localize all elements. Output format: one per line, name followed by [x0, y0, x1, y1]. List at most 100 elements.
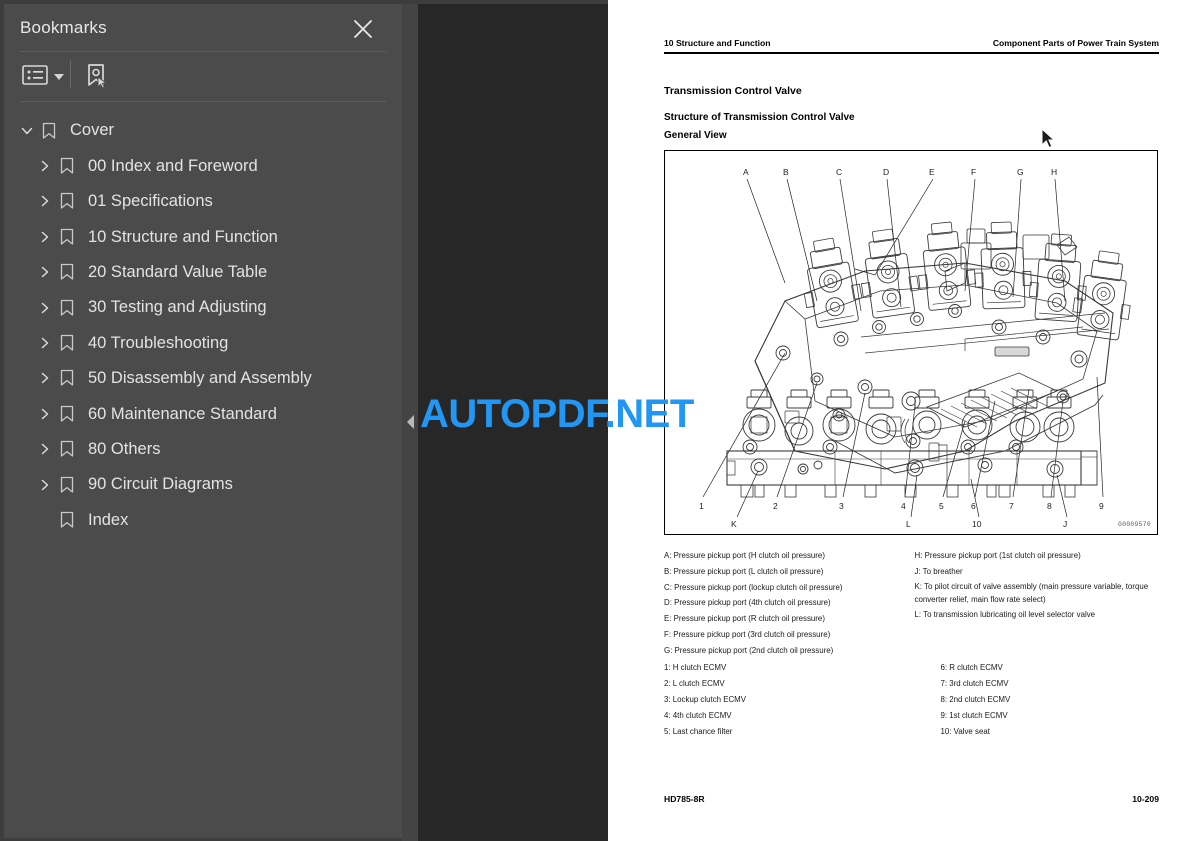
bookmark-label: 01 Specifications: [88, 192, 213, 211]
page-header-left: 10 Structure and Function: [664, 38, 771, 48]
bookmarks-toolbar: [4, 52, 402, 102]
bookmark-item-40-troubleshooting[interactable]: 40 Troubleshooting: [4, 325, 402, 360]
bookmark-label: 80 Others: [88, 439, 161, 458]
bookmark-icon: [56, 438, 78, 460]
svg-text:K: K: [731, 519, 737, 529]
chevron-right-icon[interactable]: [34, 261, 56, 283]
bookmark-tree: Cover 00 Index and Foreword 01 Specificati…: [4, 105, 402, 538]
document-viewer-background: [418, 0, 608, 841]
legend-entry-2: C: Pressure pickup port (lockup clutch o…: [664, 582, 843, 592]
chevron-right-icon[interactable]: [34, 226, 56, 248]
number-entry-4: 5: Last chance filter: [664, 726, 733, 736]
svg-text:F: F: [971, 167, 976, 177]
triangle-left-icon: [407, 415, 414, 429]
svg-text:L: L: [906, 519, 911, 529]
bookmark-options-button[interactable]: [22, 64, 64, 86]
svg-text:D: D: [883, 167, 889, 177]
model-number: HD785-8R: [664, 794, 705, 804]
bookmark-icon: [56, 367, 78, 389]
pdf-page[interactable]: 10 Structure and Function Component Part…: [608, 0, 1200, 841]
pdf-viewer-window: Bookmarks Cover 00 Index and Foreword 01…: [0, 0, 1200, 841]
legend-column-left: A: Pressure pickup port (H clutch oil pr…: [664, 548, 909, 659]
toolbar-divider: [20, 101, 386, 102]
bookmark-label: 50 Disassembly and Assembly: [88, 369, 312, 388]
page-title: Transmission Control Valve: [664, 85, 802, 97]
svg-text:J: J: [1063, 519, 1067, 529]
number-entry-0: 1: H clutch ECMV: [664, 663, 727, 672]
bookmark-label: Index: [88, 510, 129, 529]
legend-entry-2: K: To pilot circuit of valve assembly (m…: [914, 581, 1149, 605]
page-header-rule: [664, 52, 1159, 55]
chevron-right-icon[interactable]: [34, 474, 56, 496]
page-subtitle: Structure of Transmission Control Valve: [664, 112, 855, 123]
bookmark-item-30-testing-and-adjusting[interactable]: 30 Testing and Adjusting: [4, 290, 402, 325]
chevron-right-icon[interactable]: [34, 438, 56, 460]
bookmark-icon: [56, 403, 78, 425]
bookmark-item-00-index-and-foreword[interactable]: 00 Index and Foreword: [4, 148, 402, 183]
svg-text:A: A: [743, 167, 749, 177]
bookmark-label: 20 Standard Value Table: [88, 263, 268, 281]
bookmarks-sidebar: Bookmarks Cover 00 Index and Foreword 01…: [0, 0, 402, 841]
number-entry-4: 10: Valve seat: [940, 726, 990, 736]
legend-entry-0: H: Pressure pickup port (1st clutch oil …: [914, 551, 1081, 560]
chevron-right-icon[interactable]: [34, 403, 56, 425]
number-entry-3: 9: 1st clutch ECMV: [940, 710, 1008, 720]
bookmark-item-90-circuit-diagrams[interactable]: 90 Circuit Diagrams: [4, 467, 402, 502]
chevron-down-icon[interactable]: [16, 120, 38, 142]
chevron-right-icon[interactable]: [34, 190, 56, 212]
legend-entry-5: F: Pressure pickup port (3rd clutch oil …: [664, 629, 831, 639]
bookmarks-header: Bookmarks: [4, 4, 402, 52]
bookmark-item-50-disassembly-and-assembly[interactable]: 50 Disassembly and Assembly: [4, 361, 402, 396]
figure-front-view: K L 10 J: [726, 389, 1098, 529]
bookmarks-panel-title: Bookmarks: [20, 18, 107, 37]
bookmark-icon: [56, 297, 78, 319]
close-icon[interactable]: [350, 16, 376, 42]
drawing-number: G0009570: [1118, 521, 1151, 528]
bookmark-item-index[interactable]: Index: [4, 502, 402, 537]
number-entry-0: 6: R clutch ECMV: [940, 663, 1003, 672]
figure-legend-letters: A: Pressure pickup port (H clutch oil pr…: [664, 548, 1159, 659]
svg-text:H: H: [1051, 167, 1057, 177]
legend-entry-1: J: To breather: [914, 566, 963, 576]
sidebar-collapse-handle[interactable]: [404, 408, 418, 436]
chevron-right-icon[interactable]: [34, 332, 56, 354]
bookmark-icon: [56, 190, 78, 212]
bookmark-icon: [56, 226, 78, 248]
toolbar-separator: [70, 60, 71, 88]
figure-transmission-control-valve: A B C D E F G H 1 2 3 4 5 6 7 8 9 K L 10…: [664, 150, 1158, 535]
svg-text:B: B: [783, 167, 789, 177]
select-bookmark-button[interactable]: [82, 62, 110, 90]
chevron-right-icon[interactable]: [34, 155, 56, 177]
bookmark-item-60-maintenance-standard[interactable]: 60 Maintenance Standard: [4, 396, 402, 431]
bookmark-icon: [56, 261, 78, 283]
bookmark-item-10-structure-and-function[interactable]: 10 Structure and Function: [4, 219, 402, 254]
page-running-head: 10 Structure and Function Component Part…: [664, 38, 1159, 48]
legend-entry-3: L: To transmission lubricating oil level…: [914, 609, 1096, 619]
bookmark-item-20-standard-value-table[interactable]: 20 Standard Value Table: [4, 255, 402, 290]
chevron-right-icon[interactable]: [34, 297, 56, 319]
bookmark-item-01-specifications[interactable]: 01 Specifications: [4, 184, 402, 219]
bookmark-item-80-others[interactable]: 80 Others: [4, 432, 402, 467]
page-subtitle-2: General View: [664, 130, 727, 141]
page-number: 10-209: [1132, 794, 1159, 804]
bookmark-label: 10 Structure and Function: [88, 227, 278, 246]
select-bookmark-icon: [88, 64, 108, 89]
bookmark-icon: [38, 120, 60, 142]
legend-entry-0: A: Pressure pickup port (H clutch oil pr…: [664, 551, 825, 560]
bookmark-icon: [56, 474, 78, 496]
bookmark-label: 90 Circuit Diagrams: [88, 475, 233, 494]
svg-text:10: 10: [972, 519, 982, 529]
svg-text:C: C: [836, 167, 842, 177]
legend-column-right: H: Pressure pickup port (1st clutch oil …: [909, 548, 1160, 659]
number-entry-2: 3: Lockup clutch ECMV: [664, 694, 747, 704]
chevron-right-icon[interactable]: [34, 367, 56, 389]
bookmark-item-cover[interactable]: Cover: [4, 113, 402, 148]
number-entry-1: 2: L clutch ECMV: [664, 678, 725, 688]
bookmark-label: 60 Maintenance Standard: [88, 404, 277, 423]
page-footer: HD785-8R 10-209: [664, 794, 1159, 804]
bookmark-label: 00 Index and Foreword: [88, 156, 258, 175]
number-entry-3: 4: 4th clutch ECMV: [664, 710, 732, 720]
legend-entry-1: B: Pressure pickup port (L clutch oil pr…: [664, 566, 824, 576]
svg-text:E: E: [929, 167, 935, 177]
numbers-column-left: 1: H clutch ECMV 2: L clutch ECMV 3: Locku…: [664, 660, 883, 740]
